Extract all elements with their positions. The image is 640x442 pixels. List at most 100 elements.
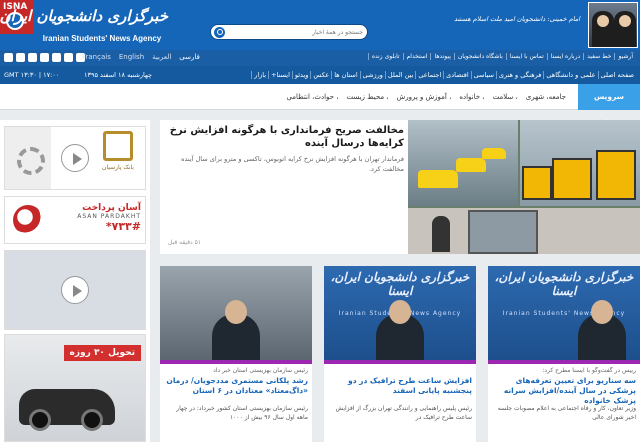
card-title[interactable]: رشد پلکانی مستمری مددجویان/ درمان «داگ‌م… — [164, 376, 308, 396]
facebook-icon[interactable] — [40, 53, 49, 62]
official-figure — [376, 300, 424, 360]
ad-bank-parsian[interactable]: بانک پارسیان — [4, 126, 146, 190]
card-image-brand-fa: خبرگزاری دانشجویان ایران، ایسنا — [330, 270, 470, 298]
card-lead: رئیس سازمان بهزیستی استان کشور خبرداد: د… — [176, 405, 308, 421]
portrait-figure — [592, 11, 614, 47]
news-card[interactable]: رئیس سازمان بهزیستی استان خبر داد رشد پل… — [160, 266, 312, 442]
card-image[interactable]: خبرگزاری دانشجویان ایران، ایسنا Iranian … — [324, 266, 476, 360]
header-motto: امام خمینی: دانشجویان امید ملت اسلام هست… — [454, 15, 580, 23]
play-icon[interactable] — [61, 276, 89, 304]
bus-photo — [520, 120, 640, 206]
search-box — [210, 24, 368, 40]
asan-logo-icon — [13, 205, 43, 235]
news-card[interactable]: خبرگزاری دانشجویان ایران، ایسنا Iranian … — [324, 266, 476, 442]
nav-sports[interactable]: ورزشی — [359, 71, 385, 79]
passenger-shape — [432, 216, 450, 252]
bus-shape — [552, 158, 592, 200]
card-category-bar — [488, 360, 640, 364]
asan-name-fa: آسان پرداخت — [82, 203, 141, 213]
card-kicker: رئیس سازمان بهزیستی استان خبر داد — [213, 367, 308, 374]
asan-name-en: ASAN PARDAKHT — [77, 213, 141, 220]
card-title[interactable]: افزایش ساعت طرح ترافیک در دو پنجشنبه پای… — [328, 376, 472, 396]
nav-social[interactable]: اجتماعی — [415, 71, 443, 79]
card-image[interactable] — [160, 266, 312, 360]
ad-video-banner[interactable] — [4, 250, 146, 330]
subcat-link[interactable]: محیط زیست — [342, 93, 392, 101]
lang-persian[interactable]: فارسی — [179, 53, 200, 61]
taxi-shape — [418, 170, 458, 188]
card-image-brand-fa: خبرگزاری دانشجویان ایران، ایسنا — [494, 270, 634, 298]
lang-english[interactable]: English — [119, 53, 144, 61]
subcat-link[interactable]: حوادث، انتظامی — [282, 93, 342, 101]
brand-name-english[interactable]: Iranian Students' News Agency — [36, 34, 168, 43]
featured-title[interactable]: مخالفت صریح فرمانداری با هرگونه افزایش ن… — [168, 124, 404, 150]
gear-icon — [5, 127, 51, 189]
top-link[interactable]: پیوندها — [430, 53, 453, 60]
ad-column: بانک پارسیان آسان پرداخت ASAN PARDAKHT *… — [0, 120, 150, 442]
nav-provinces[interactable]: استان ها — [331, 71, 359, 79]
subcat-link[interactable]: آموزش و پرورش — [393, 93, 456, 101]
nav-market[interactable]: بازار — [251, 71, 268, 79]
search-icon[interactable] — [214, 27, 225, 38]
asan-text: آسان پرداخت ASAN PARDAKHT *۷۳۳# — [57, 203, 141, 233]
telegram-icon[interactable] — [4, 53, 13, 62]
lang-french[interactable]: Français — [82, 53, 111, 61]
nav-video[interactable]: ویدئو — [291, 71, 311, 79]
metro-photo — [408, 208, 640, 254]
gmt-clock: GMT ۱۳:۳۰ | ۱۷:۰۰ — [4, 71, 60, 79]
top-link[interactable]: درباره ایسنا — [546, 53, 583, 60]
search-input[interactable] — [229, 26, 363, 38]
rss-icon[interactable] — [64, 53, 73, 62]
subcat-link[interactable]: سلامت — [489, 93, 522, 101]
featured-text: مخالفت صریح فرمانداری با هرگونه افزایش ن… — [168, 124, 404, 250]
nav-culture[interactable]: فرهنگی و هنری — [495, 71, 543, 79]
featured-story[interactable]: مخالفت صریح فرمانداری با هرگونه افزایش ن… — [160, 120, 640, 254]
ad-asan-pardakht[interactable]: آسان پرداخت ASAN PARDAKHT *۷۳۳# — [4, 196, 146, 244]
twitter-icon[interactable] — [28, 53, 37, 62]
news-card[interactable]: خبرگزاری دانشجویان ایران، ایسنا Iranian … — [488, 266, 640, 442]
service-subcategories: جامعه، شهری سلامت خانواده آموزش و پرورش … — [282, 93, 570, 101]
subcat-link[interactable]: خانواده — [455, 93, 488, 101]
social-links — [4, 53, 85, 63]
subcat-link[interactable]: جامعه، شهری — [522, 93, 570, 101]
asan-ussd-code: *۷۳۳# — [105, 220, 141, 233]
nav-science[interactable]: علمی و دانشگاهی — [543, 71, 597, 79]
category-links: صفحه اصلی علمی و دانشگاهی فرهنگی و هنری … — [251, 71, 636, 79]
bank-logo: بانک پارسیان — [95, 131, 141, 185]
nav-home[interactable]: صفحه اصلی — [597, 71, 636, 79]
top-link[interactable]: تماس با ایسنا — [505, 53, 547, 60]
card-image[interactable]: خبرگزاری دانشجویان ایران، ایسنا Iranian … — [488, 266, 640, 360]
top-link[interactable]: باشگاه دانشجویان — [453, 53, 506, 60]
nav-isna-plus[interactable]: ایسنا+ — [268, 71, 292, 79]
top-link[interactable]: تابلوی زنده — [367, 53, 403, 60]
taxi-shape — [456, 158, 486, 172]
language-bar: Français English العربية فارسی آرشیو خط … — [0, 50, 640, 66]
ad-car-delivery[interactable]: تحویل ۳۰ روزه — [4, 334, 146, 442]
featured-lead: فرماندار تهران با هرگونه افزایش نرخ کرای… — [181, 155, 404, 173]
top-link[interactable]: استخدام — [402, 53, 431, 60]
nav-economy[interactable]: اقتصادی — [443, 71, 470, 79]
delivery-label: تحویل ۳۰ روزه — [63, 345, 141, 361]
card-kicker: رییس در گفت‌وگو با ایسنا مطرح کرد: — [542, 367, 636, 374]
top-link[interactable]: خط سفید — [583, 53, 614, 60]
bus-shape — [522, 166, 552, 200]
lang-arabic[interactable]: العربية — [152, 53, 171, 61]
bus-shape — [596, 150, 636, 200]
bank-mark-icon — [103, 131, 133, 161]
card-title[interactable]: سه سناریو برای تعیین تعرفه‌های پزشکی در … — [492, 376, 636, 406]
top-link[interactable]: آرشیو — [614, 53, 636, 60]
googleplus-icon[interactable] — [52, 53, 61, 62]
official-figure — [212, 300, 260, 360]
instagram-icon[interactable] — [16, 53, 25, 62]
brand-name-persian[interactable]: خبرگزاری دانشجویان ایران، ایسنا — [0, 4, 168, 28]
service-title[interactable]: سرویس اجتماعی — [578, 84, 640, 127]
featured-image[interactable] — [408, 120, 640, 254]
card-lead: رئیس پلیس راهنمایی و رانندگی تهران بزرگ … — [335, 405, 472, 421]
official-figure — [578, 300, 626, 360]
play-icon[interactable] — [61, 144, 89, 172]
main-content: مخالفت صریح فرمانداری با هرگونه افزایش ن… — [160, 120, 640, 442]
nav-politics[interactable]: سیاسی — [470, 71, 496, 79]
car-image — [19, 389, 115, 431]
nav-international[interactable]: بین الملل — [384, 71, 415, 79]
nav-photo[interactable]: عکس — [310, 71, 331, 79]
